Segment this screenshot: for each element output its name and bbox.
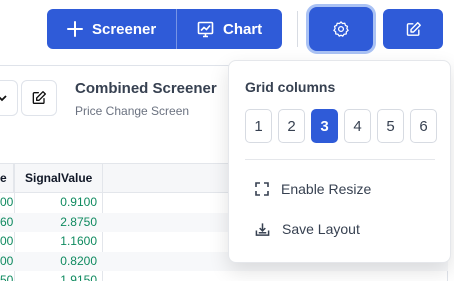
- save-icon: [255, 222, 270, 236]
- grid-columns-title: Grid columns: [245, 79, 336, 95]
- card-subtitle: Price Change Screen: [75, 104, 190, 118]
- settings-button[interactable]: [309, 7, 373, 51]
- chart-icon: [197, 21, 214, 37]
- chevron-down-icon: [0, 95, 7, 102]
- grid-columns-options: 1 2 3 4 5 6: [245, 109, 437, 143]
- gear-icon: [333, 21, 349, 37]
- signal-value-cell: 1.1600: [60, 234, 97, 248]
- screener-button-label: Screener: [92, 20, 157, 38]
- card-title: Combined Screener: [75, 80, 217, 97]
- column-header-signalvalue[interactable]: SignalValue: [14, 164, 103, 192]
- card-edit-button[interactable]: [21, 80, 57, 116]
- save-layout-label: Save Layout: [282, 221, 360, 237]
- chart-button-label: Chart: [223, 20, 263, 38]
- expand-icon: [255, 182, 269, 196]
- table-cell: 00: [0, 195, 14, 209]
- column-header[interactable]: e: [0, 164, 14, 192]
- edit-icon: [406, 21, 421, 36]
- table-cell: 00: [0, 234, 14, 248]
- grid-column-option-5[interactable]: 5: [377, 109, 404, 143]
- signal-value-cell: 1.9150: [60, 273, 97, 281]
- enable-resize-label: Enable Resize: [281, 181, 372, 197]
- screener-button[interactable]: Screener: [47, 9, 177, 49]
- collapse-button[interactable]: [0, 80, 18, 116]
- grid-column-option-1[interactable]: 1: [245, 109, 272, 143]
- plus-icon: [67, 21, 83, 37]
- grid-column-option-6[interactable]: 6: [410, 109, 437, 143]
- save-layout-item[interactable]: Save Layout: [245, 214, 435, 244]
- edit-icon: [32, 91, 46, 104]
- signal-value-cell: 0.9100: [60, 195, 97, 209]
- grid-column-option-4[interactable]: 4: [344, 109, 371, 143]
- screener-chart-button-group: Screener Chart: [47, 9, 282, 49]
- grid-column-option-2[interactable]: 2: [278, 109, 305, 143]
- toolbar-divider: [297, 11, 298, 47]
- popover-divider: [245, 159, 435, 160]
- signal-value-cell: 2.8750: [60, 214, 97, 229]
- grid-settings-popover: Grid columns 1 2 3 4 5 6 Enable Resize S…: [228, 60, 451, 263]
- table-cell: 00: [0, 253, 14, 268]
- table-row[interactable]: 50 1.9150: [0, 271, 448, 281]
- table-cell: 50: [0, 273, 14, 281]
- table-cell: 60: [0, 214, 14, 229]
- enable-resize-item[interactable]: Enable Resize: [245, 174, 435, 204]
- signal-value-cell: 0.8200: [60, 253, 97, 268]
- edit-button[interactable]: [383, 9, 443, 49]
- grid-column-option-3[interactable]: 3: [311, 109, 338, 143]
- chart-button[interactable]: Chart: [177, 9, 282, 49]
